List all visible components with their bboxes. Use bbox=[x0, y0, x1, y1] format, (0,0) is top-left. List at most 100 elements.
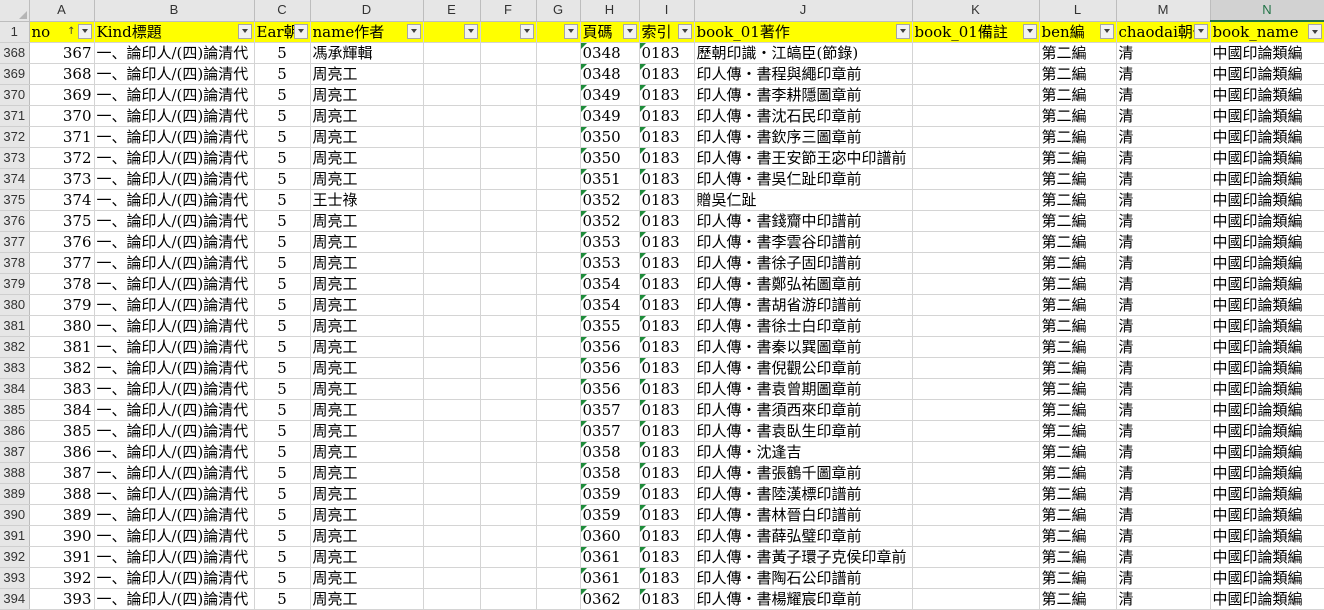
cell-n[interactable]: 中國印論類編 bbox=[1210, 315, 1324, 337]
cell-b[interactable]: 一、論印人/(四)論清代 bbox=[94, 525, 255, 547]
cell-m[interactable]: 清 bbox=[1116, 399, 1211, 421]
cell-b[interactable]: 一、論印人/(四)論清代 bbox=[94, 252, 255, 274]
row-number[interactable]: 385 bbox=[0, 399, 30, 421]
row-number[interactable]: 368 bbox=[0, 42, 30, 64]
header-cell[interactable]: book_name bbox=[1210, 21, 1324, 43]
cell-d[interactable]: 周亮工 bbox=[310, 126, 424, 148]
filter-dropdown-icon[interactable] bbox=[622, 23, 637, 39]
cell-l[interactable]: 第二編 bbox=[1039, 441, 1117, 463]
cell-f[interactable] bbox=[480, 588, 537, 610]
cell-d[interactable]: 周亮工 bbox=[310, 315, 424, 337]
cell-c[interactable]: 5 bbox=[254, 525, 311, 547]
cell-k[interactable] bbox=[912, 84, 1040, 106]
cell-a[interactable]: 386 bbox=[29, 441, 95, 463]
cell-h[interactable]: 0349 bbox=[580, 84, 640, 106]
cell-m[interactable]: 清 bbox=[1116, 126, 1211, 148]
cell-i[interactable]: 0183 bbox=[639, 294, 695, 316]
cell-c[interactable]: 5 bbox=[254, 546, 311, 568]
column-header-j[interactable]: J bbox=[694, 0, 913, 22]
row-number[interactable]: 369 bbox=[0, 63, 30, 85]
cell-d[interactable]: 周亮工 bbox=[310, 168, 424, 190]
cell-m[interactable]: 清 bbox=[1116, 294, 1211, 316]
cell-a[interactable]: 377 bbox=[29, 252, 95, 274]
cell-e[interactable] bbox=[423, 147, 481, 169]
cell-m[interactable]: 清 bbox=[1116, 231, 1211, 253]
cell-f[interactable] bbox=[480, 189, 537, 211]
cell-g[interactable] bbox=[536, 105, 581, 127]
cell-l[interactable]: 第二編 bbox=[1039, 588, 1117, 610]
cell-d[interactable]: 周亮工 bbox=[310, 231, 424, 253]
cell-h[interactable]: 0357 bbox=[580, 399, 640, 421]
cell-d[interactable]: 周亮工 bbox=[310, 252, 424, 274]
filter-dropdown-icon[interactable] bbox=[77, 23, 92, 39]
cell-c[interactable]: 5 bbox=[254, 441, 311, 463]
cell-g[interactable] bbox=[536, 462, 581, 484]
cell-f[interactable] bbox=[480, 546, 537, 568]
cell-j[interactable]: 印人傳・書吳仁趾印章前 bbox=[694, 168, 913, 190]
cell-l[interactable]: 第二編 bbox=[1039, 126, 1117, 148]
cell-f[interactable] bbox=[480, 441, 537, 463]
cell-n[interactable]: 中國印論類編 bbox=[1210, 357, 1324, 379]
filter-dropdown-icon[interactable] bbox=[563, 23, 578, 39]
cell-b[interactable]: 一、論印人/(四)論清代 bbox=[94, 231, 255, 253]
cell-g[interactable] bbox=[536, 84, 581, 106]
cell-a[interactable]: 369 bbox=[29, 84, 95, 106]
cell-f[interactable] bbox=[480, 567, 537, 589]
column-header-f[interactable]: F bbox=[480, 0, 537, 22]
cell-g[interactable] bbox=[536, 546, 581, 568]
cell-e[interactable] bbox=[423, 483, 481, 505]
cell-h[interactable]: 0354 bbox=[580, 273, 640, 295]
cell-g[interactable] bbox=[536, 315, 581, 337]
cell-f[interactable] bbox=[480, 105, 537, 127]
cell-k[interactable] bbox=[912, 63, 1040, 85]
filter-dropdown-icon[interactable] bbox=[895, 23, 910, 39]
cell-b[interactable]: 一、論印人/(四)論清代 bbox=[94, 294, 255, 316]
cell-i[interactable]: 0183 bbox=[639, 126, 695, 148]
cell-e[interactable] bbox=[423, 210, 481, 232]
cell-l[interactable]: 第二編 bbox=[1039, 42, 1117, 64]
cell-j[interactable]: 印人傳・書程與繩印章前 bbox=[694, 63, 913, 85]
cell-g[interactable] bbox=[536, 294, 581, 316]
cell-c[interactable]: 5 bbox=[254, 462, 311, 484]
filter-dropdown-icon[interactable] bbox=[463, 23, 478, 39]
cell-h[interactable]: 0352 bbox=[580, 189, 640, 211]
cell-k[interactable] bbox=[912, 504, 1040, 526]
cell-b[interactable]: 一、論印人/(四)論清代 bbox=[94, 588, 255, 610]
select-all-corner[interactable] bbox=[0, 0, 30, 22]
cell-m[interactable]: 清 bbox=[1116, 525, 1211, 547]
cell-j[interactable]: 歷朝印識・江皜臣(節錄) bbox=[694, 42, 913, 64]
cell-c[interactable]: 5 bbox=[254, 147, 311, 169]
cell-l[interactable]: 第二編 bbox=[1039, 315, 1117, 337]
header-cell[interactable]: book_01著作 bbox=[694, 21, 913, 43]
cell-c[interactable]: 5 bbox=[254, 273, 311, 295]
cell-m[interactable]: 清 bbox=[1116, 84, 1211, 106]
cell-d[interactable]: 周亮工 bbox=[310, 357, 424, 379]
header-cell[interactable]: 索引 bbox=[639, 21, 695, 43]
cell-i[interactable]: 0183 bbox=[639, 546, 695, 568]
cell-k[interactable] bbox=[912, 588, 1040, 610]
cell-d[interactable]: 周亮工 bbox=[310, 336, 424, 358]
cell-n[interactable]: 中國印論類編 bbox=[1210, 399, 1324, 421]
cell-k[interactable] bbox=[912, 231, 1040, 253]
cell-d[interactable]: 周亮工 bbox=[310, 504, 424, 526]
cell-g[interactable] bbox=[536, 147, 581, 169]
cell-h[interactable]: 0350 bbox=[580, 126, 640, 148]
cell-f[interactable] bbox=[480, 168, 537, 190]
cell-h[interactable]: 0358 bbox=[580, 441, 640, 463]
cell-j[interactable]: 印人傳・書鄭弘祐圖章前 bbox=[694, 273, 913, 295]
column-header-e[interactable]: E bbox=[423, 0, 481, 22]
cell-m[interactable]: 清 bbox=[1116, 315, 1211, 337]
cell-f[interactable] bbox=[480, 399, 537, 421]
cell-a[interactable]: 380 bbox=[29, 315, 95, 337]
cell-m[interactable]: 清 bbox=[1116, 462, 1211, 484]
cell-m[interactable]: 清 bbox=[1116, 441, 1211, 463]
cell-i[interactable]: 0183 bbox=[639, 462, 695, 484]
cell-h[interactable]: 0354 bbox=[580, 294, 640, 316]
cell-l[interactable]: 第二編 bbox=[1039, 462, 1117, 484]
cell-n[interactable]: 中國印論類編 bbox=[1210, 231, 1324, 253]
cell-c[interactable]: 5 bbox=[254, 357, 311, 379]
cell-i[interactable]: 0183 bbox=[639, 252, 695, 274]
column-header-m[interactable]: M bbox=[1116, 0, 1211, 22]
header-cell[interactable]: name作者 bbox=[310, 21, 424, 43]
cell-c[interactable]: 5 bbox=[254, 210, 311, 232]
